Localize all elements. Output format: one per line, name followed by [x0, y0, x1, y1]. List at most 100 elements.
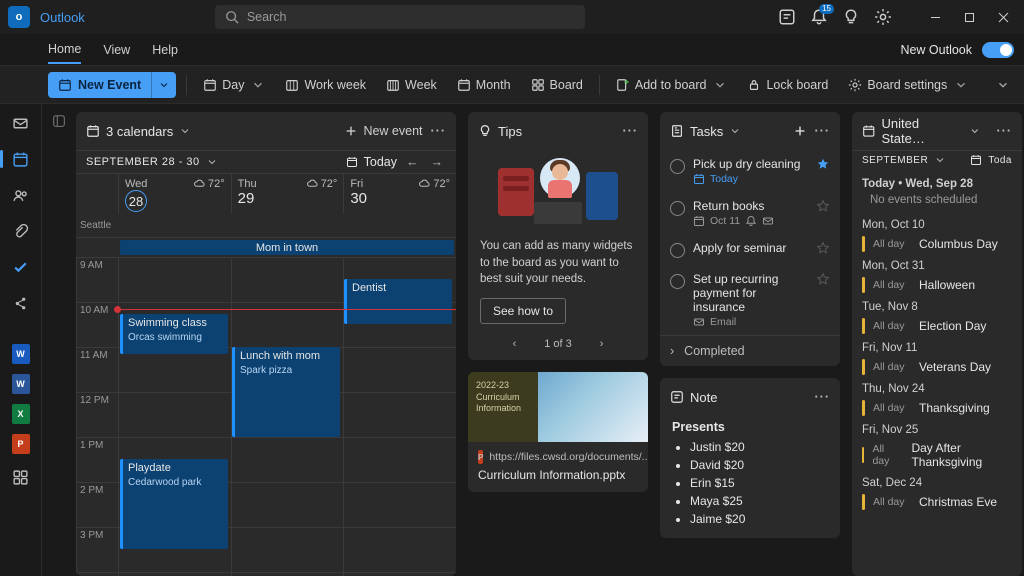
agenda-event[interactable]: All dayColumbus Day [852, 233, 1022, 255]
day-header-thu[interactable]: 72° Thu29 [231, 174, 344, 214]
nav-apps[interactable] [8, 464, 34, 490]
agenda-event[interactable]: All dayElection Day [852, 315, 1022, 337]
nav-mail[interactable] [8, 110, 34, 136]
tips-prev[interactable]: ‹ [513, 338, 517, 350]
agenda-event[interactable]: All dayChristmas Eve [852, 491, 1022, 513]
view-work-week[interactable]: Work week [279, 74, 372, 96]
gear-icon [848, 78, 862, 92]
nav-todo[interactable] [8, 254, 34, 280]
tab-help[interactable]: Help [152, 37, 178, 63]
chevron-down-icon [934, 154, 946, 166]
window-maximize[interactable] [952, 0, 986, 34]
timezone-label: Seattle [76, 214, 118, 237]
agenda-day: Mon, Oct 31 [852, 255, 1022, 274]
agenda-title[interactable]: United State… [862, 116, 981, 146]
star-icon[interactable] [816, 157, 830, 171]
lock-board[interactable]: Lock board [741, 74, 834, 96]
view-board[interactable]: Board [525, 74, 589, 96]
bell-icon [745, 215, 757, 227]
view-week[interactable]: Week [380, 74, 443, 96]
nav-files[interactable] [8, 218, 34, 244]
file-widget[interactable]: 2022-23 Curriculum Information Phttps://… [468, 372, 648, 492]
mail-icon [762, 215, 774, 227]
tips-cta[interactable]: See how to [480, 298, 566, 324]
day-header-wed[interactable]: 72° Wed28 [118, 174, 231, 214]
view-month[interactable]: Month [451, 74, 517, 96]
window-minimize[interactable] [918, 0, 952, 34]
event-lunch[interactable]: Lunch with momSpark pizza [232, 347, 340, 437]
star-icon[interactable] [816, 241, 830, 255]
mail-icon [693, 316, 705, 328]
task-checkbox[interactable] [670, 159, 685, 174]
event-playdate[interactable]: PlaydateCedarwood park [120, 459, 228, 549]
agenda-event[interactable]: All dayDay After Thanksgiving [852, 438, 1022, 472]
task-checkbox[interactable] [670, 243, 685, 258]
gear-icon[interactable] [874, 8, 892, 26]
task-row[interactable]: Apply for seminar [660, 234, 840, 265]
tasks-completed[interactable]: ›Completed [660, 335, 840, 366]
allday-event[interactable]: Mom in town [120, 240, 454, 255]
search-input[interactable]: Search [215, 5, 585, 29]
chevron-down-icon[interactable] [206, 156, 218, 168]
calendar-prev[interactable]: ← [403, 155, 422, 169]
bulb-icon[interactable] [842, 8, 860, 26]
note-body[interactable]: Presents Justin $20 David $20 Erin $15 M… [660, 416, 840, 538]
agenda-day-today: Today • Wed, Sep 28 [852, 173, 1022, 192]
add-task[interactable] [793, 124, 807, 138]
event-swimming[interactable]: Swimming classOrcas swimming [120, 314, 228, 354]
nav-word2[interactable]: W [12, 374, 30, 394]
calendar-daterange[interactable]: SEPTEMBER 28 - 30 [86, 156, 200, 168]
day-header-fri[interactable]: 72° Fri30 [343, 174, 456, 214]
star-icon[interactable] [816, 199, 830, 213]
task-row[interactable]: Return booksOct 11 [660, 192, 840, 234]
task-checkbox[interactable] [670, 274, 685, 289]
calendar-icon [693, 215, 705, 227]
nav-people[interactable] [8, 182, 34, 208]
notification-count: 15 [819, 4, 834, 14]
agenda-event[interactable]: All dayVeterans Day [852, 356, 1022, 378]
tasks-title[interactable]: Tasks [670, 124, 741, 139]
tips-more[interactable]: ··· [623, 124, 639, 138]
view-day[interactable]: Day [197, 74, 271, 96]
task-checkbox[interactable] [670, 201, 685, 216]
note-more[interactable]: ··· [815, 390, 831, 404]
nav-excel[interactable]: X [12, 404, 30, 424]
task-row[interactable]: Set up recurring payment for insuranceEm… [660, 265, 840, 335]
star-icon[interactable] [816, 272, 830, 286]
calendar-title[interactable]: 3 calendars [86, 124, 191, 139]
add-to-board[interactable]: Add to board [610, 74, 734, 96]
nav-calendar[interactable] [8, 146, 34, 172]
calendar-next[interactable]: → [428, 155, 447, 169]
window-close[interactable] [986, 0, 1020, 34]
toolbar-overflow[interactable] [996, 78, 1024, 92]
event-dentist[interactable]: Dentist [344, 279, 452, 324]
new-outlook-toggle[interactable] [982, 42, 1014, 58]
chevron-down-icon [179, 125, 191, 137]
notifications-button[interactable]: 15 [810, 8, 828, 26]
tips-next[interactable]: › [600, 338, 604, 350]
calendar-today-btn[interactable]: Today [364, 155, 397, 169]
tab-view[interactable]: View [103, 37, 130, 63]
agenda-month[interactable]: SEPTEMBER [862, 155, 928, 166]
new-event-split[interactable] [151, 72, 176, 98]
collapse-icon[interactable] [52, 114, 66, 128]
calendar-more[interactable]: ··· [431, 124, 447, 138]
agenda-event[interactable]: All dayThanksgiving [852, 397, 1022, 419]
board-settings[interactable]: Board settings [842, 74, 974, 96]
task-row[interactable]: Pick up dry cleaningToday [660, 150, 840, 192]
agenda-today[interactable]: Toda [988, 155, 1012, 166]
agenda-event[interactable]: All dayHalloween [852, 274, 1022, 296]
board: 3 calendars New event ··· SEPTEMBER 28 -… [42, 104, 1024, 576]
chevron-down-icon [251, 78, 265, 92]
agenda-more[interactable]: ··· [997, 124, 1013, 138]
app-icon: o [8, 6, 30, 28]
notepad-icon[interactable] [778, 8, 796, 26]
calendar-new-event[interactable]: New event [344, 124, 422, 138]
agenda-day: Mon, Oct 10 [852, 214, 1022, 233]
tab-home[interactable]: Home [48, 36, 81, 64]
nav-share[interactable] [8, 290, 34, 316]
nav-word[interactable]: W [12, 344, 30, 364]
new-event-button[interactable]: New Event [48, 72, 176, 98]
tasks-more[interactable]: ··· [815, 124, 831, 138]
nav-ppt[interactable]: P [12, 434, 30, 454]
